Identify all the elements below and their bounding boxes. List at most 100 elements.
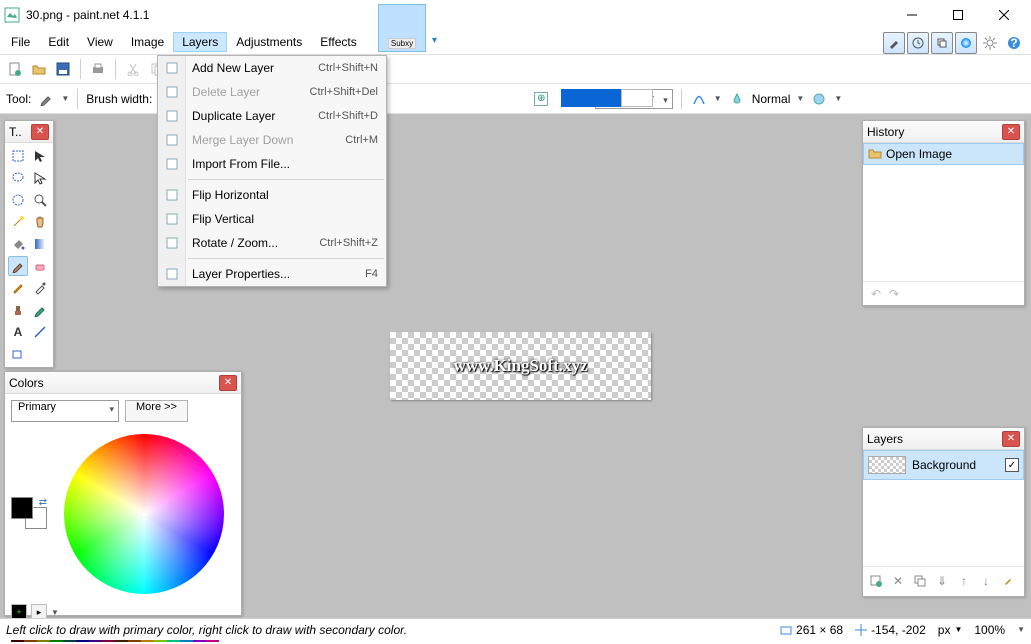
move-selection-tool[interactable] bbox=[30, 168, 50, 188]
close-icon[interactable]: ✕ bbox=[219, 375, 237, 391]
menu-image[interactable]: Image bbox=[122, 32, 173, 52]
palette-dropdown[interactable]: ▼ bbox=[51, 608, 59, 617]
blend-mode-label[interactable]: Normal bbox=[752, 92, 791, 106]
undo-icon[interactable]: ↶ bbox=[871, 287, 881, 301]
layers-list: Background ✓ bbox=[863, 450, 1024, 566]
size-plus-icon[interactable]: ⊕ bbox=[534, 92, 548, 106]
color-swatches[interactable]: ⇄ bbox=[11, 497, 47, 529]
settings-button[interactable] bbox=[979, 32, 1001, 54]
gradient-tool[interactable] bbox=[30, 234, 50, 254]
overwrite-dropdown[interactable]: ▼ bbox=[834, 94, 842, 103]
overwrite-button[interactable] bbox=[810, 90, 828, 108]
menu-item-add-new-layer[interactable]: Add New LayerCtrl+Shift+N bbox=[158, 56, 386, 80]
history-panel-header[interactable]: History ✕ bbox=[863, 121, 1024, 143]
history-panel-toggle[interactable] bbox=[907, 32, 929, 54]
paintbrush-tool[interactable] bbox=[8, 256, 28, 276]
layer-thumbnail bbox=[868, 456, 906, 474]
antialias-dropdown[interactable]: ▼ bbox=[714, 94, 722, 103]
delete-layer-button[interactable]: ✕ bbox=[889, 572, 907, 590]
layer-visibility-checkbox[interactable]: ✓ bbox=[1005, 458, 1019, 472]
redo-icon[interactable]: ↷ bbox=[889, 287, 899, 301]
add-layer-button[interactable] bbox=[867, 572, 885, 590]
menu-item-flip-vertical[interactable]: Flip Vertical bbox=[158, 207, 386, 231]
print-button[interactable] bbox=[89, 60, 107, 78]
menu-item-rotate-zoom[interactable]: Rotate / Zoom...Ctrl+Shift+Z bbox=[158, 231, 386, 255]
menu-layers[interactable]: Layers bbox=[173, 32, 227, 52]
close-icon[interactable]: ✕ bbox=[31, 124, 49, 140]
menu-file[interactable]: File bbox=[2, 32, 39, 52]
tools-panel-header[interactable]: T.. ✕ bbox=[5, 121, 53, 143]
close-icon[interactable]: ✕ bbox=[1002, 431, 1020, 447]
color-selector[interactable]: Primary bbox=[11, 400, 119, 422]
zoom-dropdown[interactable]: ▼ bbox=[1017, 625, 1025, 634]
color-wheel[interactable] bbox=[64, 434, 224, 594]
layer-item[interactable]: Background ✓ bbox=[863, 450, 1024, 480]
pencil-tool[interactable] bbox=[8, 278, 28, 298]
menu-item-layer-properties[interactable]: Layer Properties...F4 bbox=[158, 262, 386, 286]
pan-tool[interactable] bbox=[30, 212, 50, 232]
more-button[interactable]: More >> bbox=[125, 400, 188, 422]
history-item[interactable]: Open Image bbox=[863, 143, 1024, 165]
colors-panel-header[interactable]: Colors ✕ bbox=[5, 372, 241, 394]
blend-dropdown[interactable]: ▼ bbox=[796, 94, 804, 103]
swap-colors-icon[interactable]: ⇄ bbox=[39, 497, 47, 508]
cursor-position: -154, -202 bbox=[855, 623, 926, 637]
image-tabs-dropdown[interactable]: ▾ bbox=[432, 35, 437, 46]
open-file-button[interactable] bbox=[30, 60, 48, 78]
alpha-blend-button[interactable] bbox=[728, 90, 746, 108]
close-button[interactable] bbox=[981, 0, 1027, 30]
save-button[interactable] bbox=[54, 60, 72, 78]
close-icon[interactable]: ✕ bbox=[1002, 124, 1020, 140]
text-tool[interactable]: A bbox=[8, 322, 28, 342]
menu-item-duplicate-layer[interactable]: Duplicate LayerCtrl+Shift+D bbox=[158, 104, 386, 128]
watermark-text: www.KingSoft.xyz bbox=[453, 356, 587, 376]
merge-layer-button[interactable]: ⇓ bbox=[933, 572, 951, 590]
menu-item-import-from-file[interactable]: Import From File... bbox=[158, 152, 386, 176]
maximize-button[interactable] bbox=[935, 0, 981, 30]
paint-bucket-tool[interactable] bbox=[8, 234, 28, 254]
eraser-tool[interactable] bbox=[30, 256, 50, 276]
minimize-button[interactable] bbox=[889, 0, 935, 30]
crosshair-icon bbox=[855, 624, 867, 636]
menu-item-flip-horizontal[interactable]: Flip Horizontal bbox=[158, 183, 386, 207]
shapes-tool[interactable] bbox=[8, 344, 28, 364]
rect-select-tool[interactable] bbox=[8, 146, 28, 166]
move-layer-up-button[interactable]: ↑ bbox=[955, 572, 973, 590]
canvas[interactable]: www.KingSoft.xyz bbox=[390, 332, 651, 400]
color-picker-tool[interactable] bbox=[30, 278, 50, 298]
line-tool[interactable] bbox=[30, 322, 50, 342]
recolor-tool[interactable] bbox=[30, 300, 50, 320]
menu-item-label: Merge Layer Down bbox=[192, 133, 293, 147]
menu-adjustments[interactable]: Adjustments bbox=[227, 32, 311, 52]
active-tool-icon[interactable] bbox=[37, 90, 55, 108]
layer-properties-button[interactable] bbox=[999, 572, 1017, 590]
help-button[interactable]: ? bbox=[1003, 32, 1025, 54]
zoom-tool[interactable] bbox=[30, 190, 50, 210]
menu-effects[interactable]: Effects bbox=[311, 32, 365, 52]
layers-panel-header[interactable]: Layers ✕ bbox=[863, 428, 1024, 450]
menu-item-label: Rotate / Zoom... bbox=[192, 236, 278, 250]
magic-wand-tool[interactable] bbox=[8, 212, 28, 232]
zoom-level[interactable]: 100% bbox=[974, 623, 1005, 637]
clone-stamp-tool[interactable] bbox=[8, 300, 28, 320]
antialias-button[interactable] bbox=[690, 90, 708, 108]
menu-edit[interactable]: Edit bbox=[39, 32, 78, 52]
layers-panel-toggle[interactable] bbox=[931, 32, 953, 54]
tool-label: Tool: bbox=[6, 92, 31, 106]
menu-item-merge-layer-down: Merge Layer DownCtrl+M bbox=[158, 128, 386, 152]
move-layer-down-button[interactable]: ↓ bbox=[977, 572, 995, 590]
tool-dropdown[interactable]: ▼ bbox=[61, 94, 69, 103]
statusbar: Left click to draw with primary color, r… bbox=[0, 618, 1031, 640]
unit-selector[interactable]: px ▼ bbox=[938, 623, 963, 637]
move-tool[interactable] bbox=[30, 146, 50, 166]
menu-view[interactable]: View bbox=[78, 32, 122, 52]
duplicate-layer-button[interactable] bbox=[911, 572, 929, 590]
lasso-tool[interactable] bbox=[8, 168, 28, 188]
new-file-button[interactable] bbox=[6, 60, 24, 78]
ellipse-select-tool[interactable] bbox=[8, 190, 28, 210]
separator bbox=[77, 89, 78, 109]
image-tab[interactable]: Subxy bbox=[378, 4, 426, 52]
colors-panel-toggle[interactable] bbox=[955, 32, 977, 54]
tools-panel-toggle[interactable] bbox=[883, 32, 905, 54]
cut-button[interactable] bbox=[124, 60, 142, 78]
